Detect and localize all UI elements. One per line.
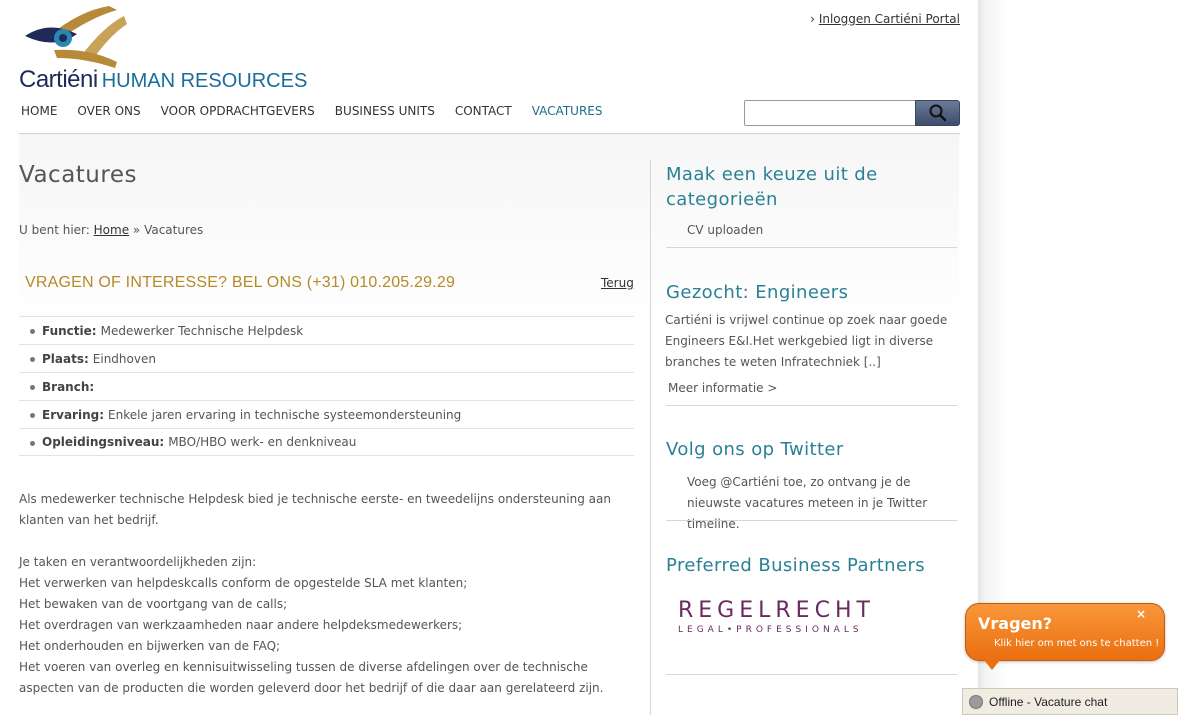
bullet-icon xyxy=(30,357,35,362)
breadcrumb-separator: » xyxy=(132,223,141,237)
engineers-text: Cartiéni is vrijwel continue op zoek naa… xyxy=(665,313,948,369)
breadcrumb: U bent hier: Home » Vacatures xyxy=(19,223,203,237)
breadcrumb-home[interactable]: Home xyxy=(94,223,129,237)
regelrecht-logo[interactable]: REGELRECHT LEGAL•PROFESSIONALS xyxy=(678,598,918,642)
breadcrumb-current: Vacatures xyxy=(144,223,204,237)
nav-voor-opdrachtgevers[interactable]: VOOR OPDRACHTGEVERS xyxy=(161,104,315,118)
fact-opleidingsniveau: Opleidingsniveau: MBO/HBO werk- en denkn… xyxy=(19,428,634,456)
fact-label: Ervaring: xyxy=(42,407,104,422)
nav-home[interactable]: HOME xyxy=(21,104,57,118)
fact-branch: Branch: xyxy=(19,372,634,400)
nav-over-ons[interactable]: OVER ONS xyxy=(77,104,140,118)
fact-label: Functie: xyxy=(42,323,97,338)
nav-vacatures[interactable]: VACATURES xyxy=(532,104,603,118)
vacancy-description: Als medewerker technische Helpdesk bied … xyxy=(19,489,634,699)
fact-value: MBO/HBO werk- en denkniveau xyxy=(168,435,357,449)
more-info-link[interactable]: Meer informatie > xyxy=(668,378,777,399)
search-icon xyxy=(929,104,946,122)
brand-tagline: HUMAN RESOURCES xyxy=(101,70,308,92)
sidebar-divider xyxy=(666,520,957,521)
chat-title: Vragen? xyxy=(978,614,1053,633)
breadcrumb-prefix: U bent hier: xyxy=(19,223,90,237)
paragraph-spacer xyxy=(19,531,634,552)
bullet-icon xyxy=(30,385,35,390)
sidebar-divider xyxy=(666,674,957,675)
fact-value: Eindhoven xyxy=(92,351,156,366)
fact-functie: Functie: Medewerker Technische Helpdesk xyxy=(19,316,634,344)
fact-ervaring: Ervaring: Enkele jaren ervaring in techn… xyxy=(19,400,634,428)
partner-logo-main: REGELRECHT xyxy=(678,598,875,623)
chat-status-icon xyxy=(969,694,983,709)
twitter-text: Voeg @Cartiéni toe, zo ontvang je de nie… xyxy=(687,475,928,531)
sidebar-divider xyxy=(666,405,957,406)
bullet-icon xyxy=(30,413,35,418)
fact-label: Branch: xyxy=(42,379,95,394)
task-item: Het voeren van overleg en kennisuitwisse… xyxy=(19,660,604,695)
vacancy-facts: Functie: Medewerker Technische Helpdesk … xyxy=(19,316,634,456)
twitter-title: Volg ons op Twitter xyxy=(666,439,844,460)
chat-status-bar[interactable]: Offline - Vacature chat xyxy=(962,688,1178,715)
sidebar-divider xyxy=(666,247,957,248)
tasks-heading: Je taken en verantwoordelijkheden zijn: xyxy=(19,555,257,569)
page-title: Vacatures xyxy=(19,162,137,188)
bullet-icon xyxy=(30,329,35,334)
login-prefix-icon: › xyxy=(810,12,815,26)
portal-login-link[interactable]: Inloggen Cartiéni Portal xyxy=(819,12,960,26)
back-link[interactable]: Terug xyxy=(601,276,634,290)
main-nav: HOME OVER ONS VOOR OPDRACHTGEVERS BUSINE… xyxy=(21,104,602,118)
fact-value: Enkele jaren ervaring in technische syst… xyxy=(108,407,462,422)
fact-plaats: Plaats: Eindhoven xyxy=(19,344,634,372)
column-divider xyxy=(650,160,651,715)
partners-title: Preferred Business Partners xyxy=(666,555,926,576)
fact-value: Medewerker Technische Helpdesk xyxy=(100,323,304,338)
intro-paragraph: Als medewerker technische Helpdesk bied … xyxy=(19,492,611,527)
search-input[interactable] xyxy=(744,100,916,126)
portal-login: › Inloggen Cartiéni Portal xyxy=(810,12,960,26)
nav-contact[interactable]: CONTACT xyxy=(455,104,512,118)
close-icon[interactable]: × xyxy=(1136,607,1146,621)
chat-bubble[interactable]: Vragen? Klik hier om met ons te chatten … xyxy=(965,603,1165,670)
bubble-tail xyxy=(984,660,1000,670)
brand-name: Cartiéni HUMAN RESOURCES xyxy=(19,66,307,94)
task-item: Het overdragen van werkzaamheden naar an… xyxy=(19,618,463,632)
cv-upload-link[interactable]: CV uploaden xyxy=(687,220,763,241)
nav-business-units[interactable]: BUSINESS UNITS xyxy=(335,104,435,118)
task-item: Het verwerken van helpdeskcalls conform … xyxy=(19,576,468,590)
chat-status-text: Offline - Vacature chat xyxy=(989,694,1108,709)
partner-logo-sub: LEGAL•PROFESSIONALS xyxy=(678,625,863,635)
engineers-title: Gezocht: Engineers xyxy=(666,282,849,303)
fact-label: Opleidingsniveau: xyxy=(42,435,165,449)
fact-label: Plaats: xyxy=(42,351,89,366)
bullet-icon xyxy=(30,441,35,446)
brand-wordmark: Cartiéni xyxy=(19,66,98,93)
search-button[interactable] xyxy=(915,100,960,126)
task-item: Het bewaken van de voortgang van de call… xyxy=(19,597,288,611)
task-item: Het onderhouden en bijwerken van de FAQ; xyxy=(19,639,281,653)
phone-callout: VRAGEN OF INTERESSE? BEL ONS (+31) 010.2… xyxy=(25,274,456,291)
chat-subtitle: Klik hier om met ons te chatten ! xyxy=(994,638,1160,649)
categories-title: Maak een keuze uit de categorieën xyxy=(666,164,878,210)
